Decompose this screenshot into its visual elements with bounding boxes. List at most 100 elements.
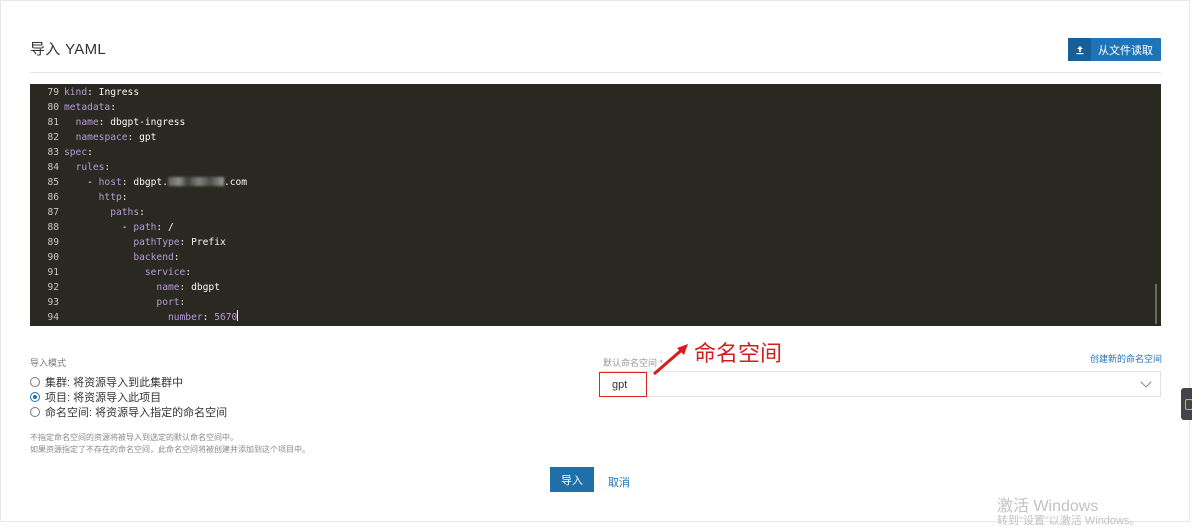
header-divider [30,72,1161,73]
radio-cluster-label: 集群: 将资源导入到此集群中 [45,377,184,389]
read-from-file-label: 从文件读取 [1098,44,1153,57]
yaml-key: host [98,177,122,188]
radio-circle-selected [30,392,40,402]
code-line: 84 rules: [30,160,110,175]
yaml-value: 5670 [214,312,238,323]
code-line: 91 service: [30,265,191,280]
create-namespace-link[interactable]: 创建新的命名空间 [1090,352,1162,365]
line-number: 84 [47,162,59,173]
radio-namespace[interactable]: 命名空间: 将资源导入指定的命名空间 [30,404,227,420]
yaml-key: pathType [133,237,180,248]
code-line: 82 namespace: gpt [30,130,156,145]
read-from-file-button[interactable]: 从文件读取 [1068,38,1161,61]
code-content: - host: dbgpt. .com [64,177,248,188]
yaml-key: http [98,192,122,203]
side-panel-tab[interactable] [1181,388,1192,420]
line-number: 89 [47,237,59,248]
line-number: 87 [47,207,59,218]
code-line: 85 - host: dbgpt. .com [30,175,247,190]
text-cursor [237,310,239,321]
code-line: 87 paths: [30,205,145,220]
code-content: paths: [110,207,145,218]
code-content: kind: Ingress [64,87,140,98]
yaml-key: rules [75,162,105,173]
radio-circle [30,377,40,387]
line-number: 86 [47,192,59,203]
code-content: name: dbgpt [156,282,220,293]
namespace-selected-value: gpt [599,372,647,397]
yaml-value: gpt [139,132,157,143]
code-line: 89 pathType: Prefix [30,235,226,250]
yaml-key: kind [64,87,88,98]
code-content: service: [144,267,192,278]
code-line: 80 metadata: [30,100,116,115]
line-number: 79 [47,87,59,98]
code-line: 90 backend: [30,250,180,265]
code-content: - path: / [64,222,174,233]
yaml-key: paths [110,207,140,218]
code-content: backend: [133,252,180,263]
line-number: 88 [47,222,59,233]
code-content: rules: [75,162,111,173]
yaml-key: service [144,267,186,278]
yaml-value: Ingress [98,87,140,98]
line-number: 82 [47,132,59,143]
code-content: namespace: gpt [75,132,157,143]
code-content: number: 5670 [167,310,239,323]
code-content: metadata: [64,102,116,113]
line-number: 94 [47,312,59,323]
yaml-key: namespace [75,132,128,143]
yaml-key: metadata [64,102,111,113]
line-number: 93 [47,297,59,308]
windows-activation-hint: 转到"设置"以激活 Windows。 [997,515,1141,527]
yaml-key: backend [133,252,174,263]
code-content: http: [98,192,128,203]
radio-project-label: 项目: 将资源导入此项目 [45,392,162,404]
import-mode-label: 导入模式 [30,358,67,368]
radio-project[interactable]: 项目: 将资源导入此项目 [30,389,161,405]
yaml-key: number [167,312,203,323]
code-line: 92 name: dbgpt [30,280,220,295]
editor-scrollbar[interactable] [1155,284,1157,324]
yaml-value: / [167,222,174,233]
redacted-host [167,177,224,186]
import-button[interactable]: 导入 [550,467,594,492]
line-number: 92 [47,282,59,293]
code-content: spec: [64,147,93,158]
namespace-annotation: 命名空间 [694,342,783,367]
yaml-key: path [133,222,157,233]
code-content: pathType: Prefix [133,237,226,248]
code-line: 83 spec: [30,145,93,160]
yaml-value: dbgpt-ingress [110,117,186,128]
yaml-key: name [156,282,180,293]
radio-cluster[interactable]: 集群: 将资源导入到此集群中 [30,374,183,390]
line-number: 85 [47,177,59,188]
line-number: 81 [47,117,59,128]
help-text-line-1: 不指定命名空间的资源将被导入到选定的默认命名空间中。 [30,433,238,442]
line-number: 83 [47,147,59,158]
code-line: 93 port: [30,295,185,310]
page-title: 导入 YAML [30,41,107,58]
code-line: 94 number: 5670 [30,310,239,325]
line-number: 91 [47,267,59,278]
upload-icon [1068,38,1091,61]
code-line: 86 http: [30,190,128,205]
help-text-line-2: 如果资源指定了不存在的命名空间，此命名空间将被创建并添加到这个项目中。 [30,445,310,454]
yaml-value: dbgpt [191,282,220,293]
radio-circle [30,407,40,417]
yaml-key: name [75,117,99,128]
line-number: 90 [47,252,59,263]
annotation-arrow-icon [653,344,688,376]
cancel-button[interactable]: 取消 [608,474,630,490]
code-content: port: [156,297,186,308]
yaml-key: spec [64,147,88,158]
yaml-value: dbgpt. [133,177,168,188]
code-line: 81 name: dbgpt-ingress [30,115,185,130]
yaml-key: port [156,297,180,308]
yaml-code-editor[interactable]: 79 kind: Ingress 80 metadata: 81 name: dbgpt… [30,84,1161,326]
code-line: 88 - path: / [30,220,174,235]
code-content: name: dbgpt-ingress [75,117,186,128]
line-number: 80 [47,102,59,113]
yaml-value: Prefix [191,237,226,248]
code-line: 79 kind: Ingress [30,85,139,100]
